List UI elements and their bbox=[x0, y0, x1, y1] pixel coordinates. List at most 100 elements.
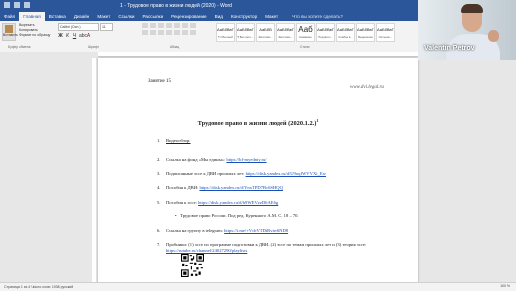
font-name-select[interactable]: Calibri (Осн.) bbox=[58, 23, 99, 31]
list-item-number: 7. bbox=[157, 242, 161, 247]
bullets-icon[interactable] bbox=[142, 23, 148, 28]
tab-review[interactable]: Рецензирование bbox=[167, 12, 210, 21]
italic-icon[interactable]: К bbox=[65, 33, 70, 39]
style-name: Слабое в... bbox=[338, 35, 353, 39]
font-color-icon[interactable]: A bbox=[86, 33, 91, 39]
document-page[interactable]: Занятие 15 www.dvi.legal.ru Трудовое пра… bbox=[98, 58, 418, 282]
redo-icon[interactable] bbox=[24, 2, 30, 8]
document-area: Занятие 15 www.dvi.legal.ru Трудовое пра… bbox=[0, 52, 516, 282]
style-item[interactable]: АаБбВвГ Подзагол... bbox=[316, 23, 335, 42]
list-item-text: Видеообзор: bbox=[166, 138, 191, 143]
list-item-text: Пособия к ДВИ: bbox=[166, 185, 200, 190]
style-preview: АаБбВвГг bbox=[337, 27, 355, 32]
style-preview: АаБбВ bbox=[259, 27, 272, 32]
multilevel-icon[interactable] bbox=[158, 23, 164, 28]
indent-increase-icon[interactable] bbox=[174, 23, 180, 28]
align-right-icon[interactable] bbox=[158, 30, 164, 35]
list-item: 5. Пособия к эссе: https://disk.yandex.ru… bbox=[157, 200, 278, 206]
clipboard-commands: Вырезать Копировать Формат по образцу bbox=[19, 23, 53, 37]
horizontal-ruler[interactable] bbox=[98, 52, 418, 57]
status-info: Страница 1 из 4 Число слов: 1938 русский bbox=[4, 285, 74, 289]
tell-me-box[interactable]: Что вы хотите сделать? bbox=[292, 14, 343, 19]
list-item-link[interactable]: https://disk.yandex.ru/d/U9oqfWVVXi_Ew bbox=[246, 171, 326, 176]
tab-design[interactable]: Дизайн bbox=[70, 12, 93, 21]
style-item[interactable]: АаБбВ Заголово... bbox=[256, 23, 275, 42]
paste-button[interactable]: Вставить bbox=[2, 23, 18, 41]
document-title: Трудовое право в жизни людей (2020.1.2.)… bbox=[98, 118, 418, 127]
style-item[interactable]: АаБбВвГг ¶ Обычный bbox=[216, 23, 235, 42]
list-item-link[interactable]: https://rutube.ru/channel/24027290/playl… bbox=[166, 248, 247, 253]
save-icon[interactable] bbox=[4, 2, 10, 8]
page-header-left: Занятие 15 bbox=[148, 79, 172, 84]
list-item-number: 5. bbox=[157, 200, 161, 205]
list-item-text: Ссылка на группу в telegram: bbox=[166, 228, 225, 233]
font-size-select[interactable]: 11 bbox=[100, 23, 113, 31]
zoom-level[interactable]: 100 % bbox=[500, 284, 510, 288]
webcam-overlay: Valentin Petrov bbox=[418, 0, 516, 60]
tab-layout[interactable]: Макет bbox=[93, 12, 114, 21]
font-group-label: Шрифт bbox=[88, 45, 99, 49]
shading-icon[interactable] bbox=[182, 30, 188, 35]
line-spacing-icon[interactable] bbox=[174, 30, 180, 35]
list-item-link[interactable]: https://disk.yandex.ru/d/h9WEVzzD6AE6g bbox=[198, 200, 278, 205]
strike-icon[interactable]: abc bbox=[79, 33, 87, 39]
sort-icon[interactable] bbox=[182, 23, 188, 28]
underline-icon[interactable]: Ч bbox=[72, 33, 77, 39]
list-item-number: 1. bbox=[157, 138, 161, 143]
style-name: Сильное... bbox=[378, 35, 393, 39]
style-preview: АаБбВвГг bbox=[217, 27, 235, 32]
list-item-text: Пробники: (1) эссе по программе подготов… bbox=[166, 242, 367, 247]
tab-view[interactable]: Вид bbox=[211, 12, 227, 21]
vertical-ruler[interactable] bbox=[92, 58, 96, 282]
undo-icon[interactable] bbox=[14, 2, 20, 8]
style-name: ¶ Без инте... bbox=[237, 35, 254, 39]
list-item-number: 3. bbox=[157, 171, 161, 176]
tab-insert[interactable]: Вставка bbox=[45, 12, 70, 21]
style-item[interactable]: АаБбВвГг ¶ Без инте... bbox=[236, 23, 255, 42]
align-center-icon[interactable] bbox=[150, 30, 156, 35]
list-item-link[interactable]: https://disk.yandex.ru/d/YnxTPD7Bc6SHQQ bbox=[199, 185, 282, 190]
pilcrow-icon[interactable] bbox=[190, 23, 196, 28]
list-item-link[interactable]: https://t.me/+VcbVTDtRvirr6ND8 bbox=[224, 228, 288, 233]
quick-access-toolbar bbox=[4, 2, 30, 8]
style-item[interactable]: АаБбВвГг Сильное... bbox=[376, 23, 395, 42]
paste-label: Вставить bbox=[3, 33, 18, 37]
presenter-hand bbox=[488, 30, 499, 42]
justify-icon[interactable] bbox=[166, 30, 172, 35]
clipboard-group-label: Буфер обмена bbox=[8, 45, 31, 49]
bullet-item: • Трудовое право России. Под ред. Куренн… bbox=[175, 213, 299, 218]
list-item-text: Пособия к эссе: bbox=[166, 200, 199, 205]
list-item-number: 6. bbox=[157, 228, 161, 233]
list-item-text: Ссылка на фонд «Мы едины»: bbox=[166, 157, 227, 162]
tab-references[interactable]: Ссылки bbox=[114, 12, 138, 21]
style-preview: Ааб bbox=[298, 25, 313, 34]
style-item[interactable]: АаБбВвГ Заголово... bbox=[276, 23, 295, 42]
tab-file[interactable]: Файл bbox=[0, 12, 19, 21]
page-header-right: www.dvi.legal.ru bbox=[350, 85, 384, 90]
align-left-icon[interactable] bbox=[142, 30, 148, 35]
list-item-link[interactable]: https://bf-myedniy.ru/ bbox=[226, 157, 266, 162]
bullet-item-text: Трудовое право России. Под ред. Куренног… bbox=[180, 213, 299, 218]
copy-button[interactable]: Копировать bbox=[19, 28, 53, 32]
style-name: Выделение bbox=[358, 35, 373, 39]
numbering-icon[interactable] bbox=[150, 23, 156, 28]
list-item: 3. Подписанные эссе к ДВИ прошлых лет: ht… bbox=[157, 171, 326, 177]
format-painter-button[interactable]: Формат по образцу bbox=[19, 33, 53, 37]
tab-mailings[interactable]: Рассылки bbox=[139, 12, 168, 21]
indent-decrease-icon[interactable] bbox=[166, 23, 172, 28]
tab-constructor[interactable]: Конструктор bbox=[227, 12, 261, 21]
tab-layout-2[interactable]: Макет bbox=[261, 12, 282, 21]
bold-icon[interactable]: Ж bbox=[58, 33, 63, 39]
style-item[interactable]: АаБбВвГг Слабое в... bbox=[336, 23, 355, 42]
style-name: ¶ Обычный bbox=[218, 35, 233, 39]
list-item-text: Подписанные эссе к ДВИ прошлых лет: bbox=[166, 171, 246, 176]
cut-button[interactable]: Вырезать bbox=[19, 23, 53, 27]
list-item: 6. Ссылка на группу в telegram: https://t… bbox=[157, 228, 288, 234]
list-item: 4. Пособия к ДВИ: https://disk.yandex.ru/… bbox=[157, 185, 283, 191]
style-item[interactable]: АаБбВвГг Выделение bbox=[356, 23, 375, 42]
style-item[interactable]: Ааб Название bbox=[296, 23, 315, 42]
borders-icon[interactable] bbox=[190, 30, 196, 35]
paragraph-group bbox=[142, 23, 212, 37]
tab-home[interactable]: Главная bbox=[19, 12, 45, 21]
style-preview: АаБбВвГ bbox=[317, 27, 334, 32]
